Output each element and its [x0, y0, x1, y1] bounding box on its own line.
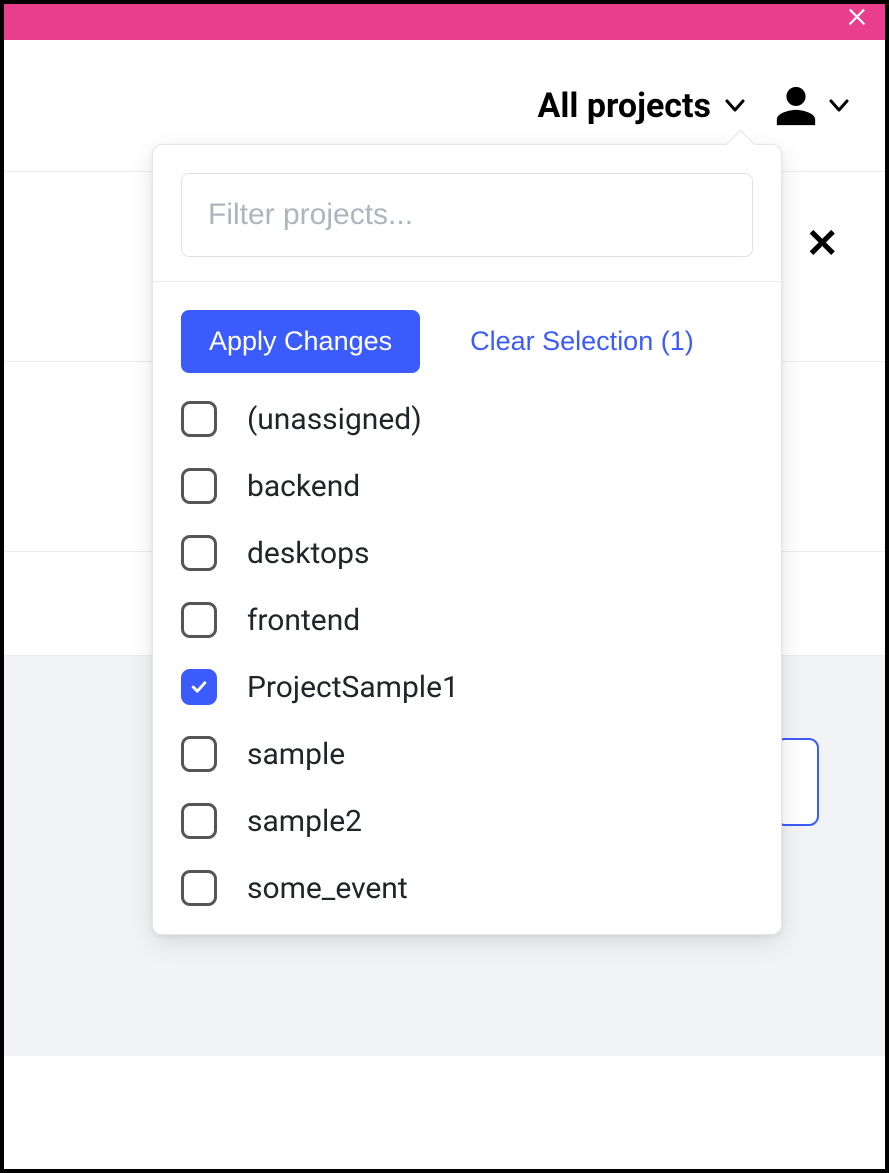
popover-actions: Apply Changes Clear Selection (1): [153, 282, 781, 383]
user-menu[interactable]: [773, 83, 849, 129]
project-switcher-label: All projects: [538, 86, 711, 126]
trial-banner: ×: [4, 4, 885, 40]
clear-selection-link[interactable]: Clear Selection (1): [470, 326, 694, 357]
project-item[interactable]: frontend: [181, 602, 753, 638]
project-checkbox[interactable]: [181, 401, 217, 437]
project-list: (unassigned) backend desktops frontend Proje…: [153, 383, 781, 934]
project-item[interactable]: sample: [181, 736, 753, 772]
project-checkbox[interactable]: [181, 803, 217, 839]
project-item[interactable]: desktops: [181, 535, 753, 571]
project-checkbox[interactable]: [181, 602, 217, 638]
project-item[interactable]: sample2: [181, 803, 753, 839]
apply-changes-button[interactable]: Apply Changes: [181, 310, 420, 373]
project-label: sample2: [247, 804, 362, 839]
project-checkbox[interactable]: [181, 870, 217, 906]
project-label: frontend: [247, 603, 360, 638]
banner-close-icon[interactable]: ×: [847, 0, 867, 34]
project-item[interactable]: ProjectSample1: [181, 669, 753, 705]
project-label: ProjectSample1: [247, 670, 459, 705]
project-checkbox[interactable]: [181, 468, 217, 504]
filter-projects-input[interactable]: [181, 173, 753, 257]
project-checkbox[interactable]: [181, 736, 217, 772]
project-label: some_event: [247, 871, 408, 906]
close-icon[interactable]: ✕: [805, 220, 839, 267]
chevron-down-icon: [829, 99, 849, 113]
project-label: backend: [247, 469, 360, 504]
project-label: sample: [247, 737, 345, 772]
project-item[interactable]: backend: [181, 468, 753, 504]
project-checkbox[interactable]: [181, 669, 217, 705]
project-switcher[interactable]: All projects: [538, 86, 745, 126]
project-checkbox[interactable]: [181, 535, 217, 571]
user-icon: [773, 83, 819, 129]
chevron-down-icon: [725, 99, 745, 113]
filter-input-wrap: [153, 145, 781, 282]
project-item[interactable]: (unassigned): [181, 401, 753, 437]
project-label: (unassigned): [247, 402, 422, 437]
project-filter-popover: Apply Changes Clear Selection (1) (unass…: [152, 144, 782, 935]
project-label: desktops: [247, 536, 369, 571]
project-item[interactable]: some_event: [181, 870, 753, 906]
